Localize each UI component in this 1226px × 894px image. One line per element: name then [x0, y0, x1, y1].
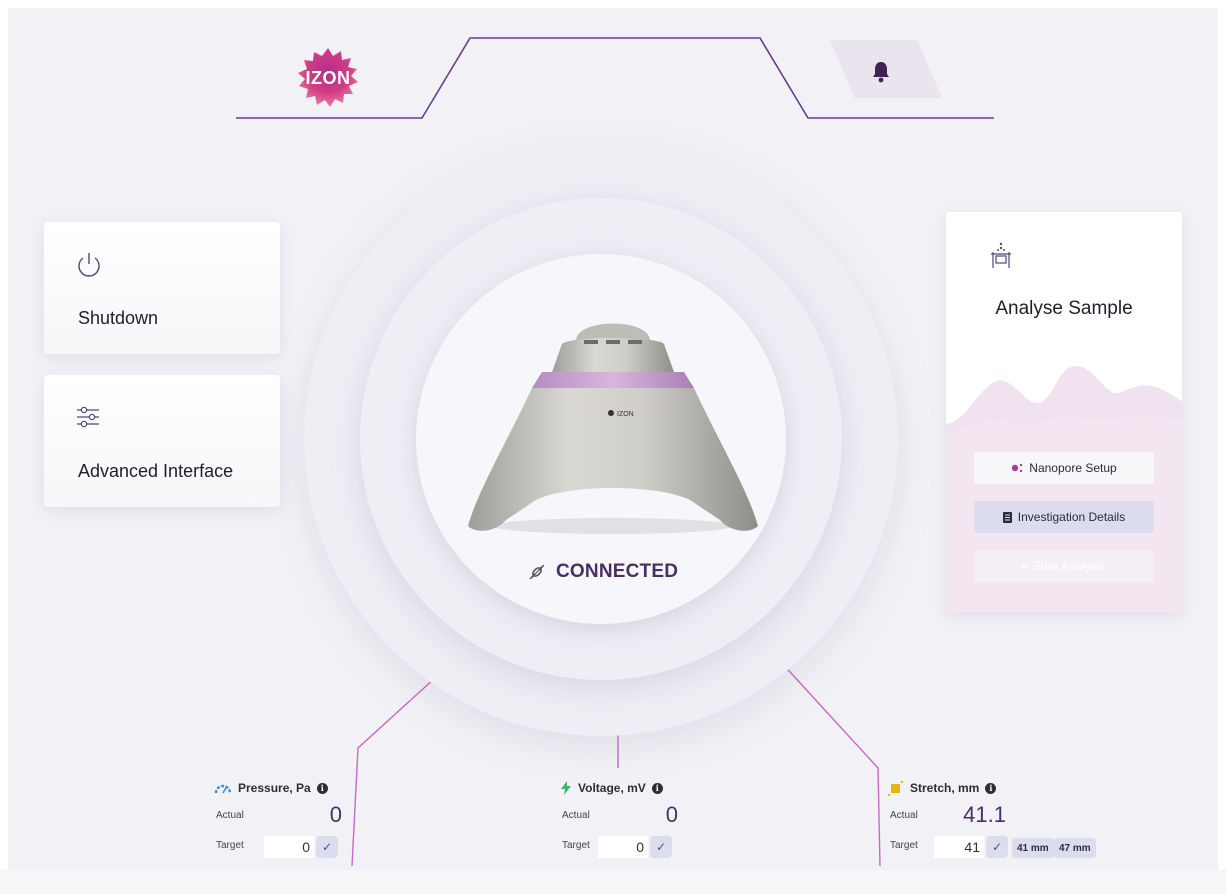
investigation-details-button[interactable]: Investigation Details: [974, 501, 1154, 533]
analyse-sample-title: Analyse Sample: [995, 298, 1133, 319]
info-icon[interactable]: i: [316, 782, 328, 794]
voltage-actual-label: Actual: [562, 810, 590, 821]
exoid-device-image: IZON: [468, 323, 758, 534]
stretch-preset-47[interactable]: 47 mm: [1054, 838, 1096, 858]
pressure-target-label: Target: [216, 840, 244, 851]
stretch-actual-value: 41.1: [963, 802, 1006, 827]
device-brand-label: IZON: [617, 411, 634, 418]
nanopore-setup-button[interactable]: Nanopore Setup: [974, 452, 1154, 484]
voltage-target-label: Target: [562, 840, 590, 851]
sliders-icon: [77, 406, 99, 428]
voltage-apply-button[interactable]: ✓: [650, 836, 672, 858]
analyse-sample-card: Analyse Sample Nanopore Setup Investigat…: [946, 212, 1182, 612]
stretch-gauge: Stretch, mm i Actual 41.1 Target ✓ 41 mm…: [888, 778, 1148, 860]
stretch-preset-41[interactable]: 41 mm: [1012, 838, 1054, 858]
connection-status-text: CONNECTED: [556, 561, 679, 582]
info-icon[interactable]: i: [651, 782, 663, 794]
advanced-interface-title: Advanced Interface: [78, 461, 234, 481]
start-analysis-button[interactable]: ▸ Start Analysis: [974, 550, 1154, 582]
plug-icon: [529, 564, 545, 580]
check-icon: ✓: [991, 840, 1003, 854]
app-window: IZON IZON CONNECTED Shutdown Advanced In…: [8, 8, 1218, 870]
shutdown-card[interactable]: Shutdown: [44, 222, 280, 354]
check-icon: ✓: [321, 840, 333, 854]
start-icon: ▸: [1022, 561, 1027, 571]
nanopore-setup-label: Nanopore Setup: [1029, 461, 1117, 475]
stretch-label: Stretch, mm: [910, 781, 980, 795]
lightning-icon: [561, 781, 571, 795]
connection-status: CONNECTED: [528, 558, 678, 586]
start-analysis-label: Start Analysis: [1032, 559, 1106, 573]
pressure-apply-button[interactable]: ✓: [316, 836, 338, 858]
info-icon[interactable]: i: [985, 782, 997, 794]
voltage-label: Voltage, mV: [578, 781, 646, 795]
stretch-target-label: Target: [890, 840, 918, 851]
pressure-target-input[interactable]: [264, 836, 314, 858]
analysis-icon: [991, 242, 1011, 268]
investigation-details-label: Investigation Details: [1017, 510, 1126, 524]
bottom-strip: [0, 870, 1226, 894]
stretch-target-input[interactable]: [934, 836, 984, 858]
pressure-gauge: Pressure, Pa i Actual 0 Target ✓: [214, 778, 474, 860]
power-icon: [78, 253, 100, 277]
voltage-actual-value: 0: [665, 802, 678, 827]
gauge-icon: [214, 784, 232, 794]
pressure-header: Pressure, Pa i: [214, 778, 328, 798]
voltage-gauge: Voltage, mV i Actual 0 Target ✓: [560, 778, 820, 860]
nanopore-icon: [1012, 463, 1023, 473]
check-icon: ✓: [655, 840, 667, 854]
voltage-header: Voltage, mV i: [560, 778, 663, 798]
stretch-icon: [888, 781, 903, 796]
shutdown-title: Shutdown: [78, 308, 159, 328]
pressure-actual-value: 0: [329, 802, 342, 827]
pressure-actual-label: Actual: [216, 810, 244, 821]
voltage-target-input[interactable]: [598, 836, 648, 858]
stretch-apply-button[interactable]: ✓: [986, 836, 1008, 858]
document-icon: [1002, 511, 1012, 523]
stretch-actual-label: Actual: [890, 810, 918, 821]
stretch-header: Stretch, mm i: [888, 778, 997, 798]
pressure-label: Pressure, Pa: [238, 781, 311, 795]
advanced-interface-card[interactable]: Advanced Interface: [44, 375, 280, 507]
